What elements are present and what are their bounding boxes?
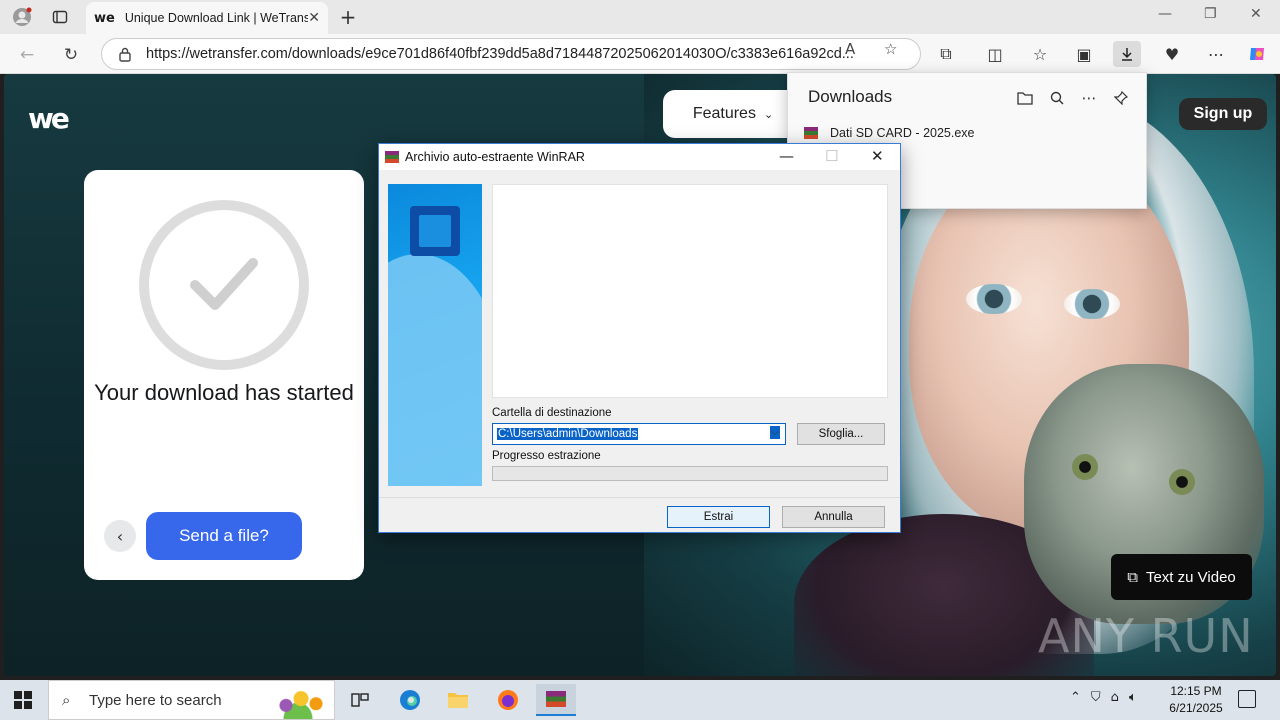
lock-icon [119,47,131,62]
sfx-comment-area [492,184,888,398]
copilot-icon[interactable] [1243,41,1271,67]
destination-label: Cartella di destinazione [492,407,612,419]
back-chevron-button[interactable]: ‹ [104,520,136,552]
tab-title: Unique Download Link | WeTransfer [124,11,309,25]
anyrun-watermark: ANY RUN [1038,609,1254,663]
dialog-close-icon[interactable]: ✕ [871,147,884,165]
chevron-down-icon: ⌄ [763,108,774,121]
extract-button[interactable]: Estrai [667,506,770,528]
minimize-icon[interactable]: — [1158,6,1172,22]
winrar-banner-image [388,184,482,486]
browse-button[interactable]: Sfoglia... [797,423,885,445]
network-icon[interactable]: ⌂ [1111,690,1119,705]
text-to-video-button[interactable]: ⧉ Text zu Video [1111,554,1252,600]
notification-center-icon[interactable] [1238,690,1256,708]
search-highlight-image [268,685,328,719]
file-explorer-icon[interactable] [438,684,478,716]
browser-toolbar: ← ↻ https://wetransfer.com/downloads/e9c… [0,34,1280,74]
destination-folder-input[interactable]: C:\Users\admin\Downloads ⌵ [492,423,786,445]
checkmark-icon [139,200,309,370]
search-placeholder: Type here to search [89,691,222,709]
browser-essentials-icon[interactable]: ♥ [1158,41,1186,67]
profile-icon[interactable] [10,5,34,29]
open-folder-icon[interactable] [1014,87,1036,109]
back-icon[interactable]: ← [14,42,40,68]
taskbar-clock[interactable]: 12:15 PM 6/21/2025 [1160,683,1232,717]
split-screen-icon[interactable]: ◫ [981,41,1009,67]
dialog-titlebar: Archivio auto-estraente WinRAR [379,144,900,170]
downloads-title: Downloads [808,87,893,106]
favorites-icon[interactable]: ☆ [1026,41,1054,67]
destination-path: C:\Users\admin\Downloads [497,428,639,440]
new-tab-icon[interactable]: + [336,5,360,29]
refresh-icon[interactable]: ↻ [58,42,84,68]
start-windows-icon[interactable] [14,691,32,709]
system-tray: ⌃ ⛉ ⌂ 🔈︎ [1070,690,1137,705]
show-hidden-icons-icon[interactable]: ⌃ [1070,690,1081,705]
address-bar[interactable]: https://wetransfer.com/downloads/e9ce701… [101,38,921,70]
wetransfer-logo[interactable]: we [28,102,70,135]
extensions-icon[interactable]: ⧉ [932,41,960,67]
winrar-file-icon [804,127,818,139]
firefox-icon[interactable] [488,684,528,716]
task-view-icon[interactable] [340,684,380,716]
signup-button[interactable]: Sign up [1179,98,1267,130]
tab-actions-icon[interactable] [48,5,72,29]
winrar-app-icon [385,151,399,163]
clock-time: 12:15 PM [1170,684,1222,698]
winrar-taskbar-icon[interactable] [536,684,576,716]
downloads-icon[interactable] [1113,41,1141,67]
security-icon[interactable]: ⛉ [1091,690,1101,705]
chevron-down-icon[interactable]: ⌵ [769,426,780,439]
features-label: Features [692,105,756,122]
dialog-maximize-icon: ☐ [825,147,839,165]
more-options-icon[interactable]: ⋯ [1202,41,1230,67]
features-menu[interactable]: Features ⌄ [663,90,803,138]
edge-browser-icon[interactable] [390,684,430,716]
clock-date: 6/21/2025 [1169,701,1223,715]
download-item[interactable]: Dati SD CARD - 2025.exe [804,126,975,140]
url-text: https://wetransfer.com/downloads/e9ce701… [146,46,854,62]
windows-taskbar: ⌕ Type here to search ⌃ ⛉ ⌂ 🔈︎ 12:15 PM … [0,680,1280,720]
progress-label: Progresso estrazione [492,450,601,462]
dialog-title: Archivio auto-estraente WinRAR [405,150,585,164]
download-started-heading: Your download has started [94,380,354,405]
volume-icon[interactable]: 🔈︎ [1129,690,1137,705]
browser-tab[interactable]: we Unique Download Link | WeTransfer ✕ [86,2,328,34]
wetransfer-favicon-icon: we [94,10,115,26]
send-file-button[interactable]: Send a file? [146,512,302,560]
cancel-button[interactable]: Annulla [782,506,885,528]
winrar-sfx-dialog: Archivio auto-estraente WinRAR — ☐ ✕ Car… [378,143,901,533]
taskbar-search-box[interactable]: ⌕ Type here to search [48,680,335,720]
browser-tab-bar: we Unique Download Link | WeTransfer ✕ +… [0,0,1280,34]
close-tab-icon[interactable]: ✕ [308,10,320,26]
more-icon[interactable]: ⋯ [1078,87,1100,109]
text-to-video-label: Text zu Video [1145,568,1236,586]
favorite-star-icon[interactable]: ☆ [884,40,897,58]
read-aloud-icon[interactable]: A [845,40,855,58]
video-icon: ⧉ [1127,568,1138,586]
extraction-progress-bar [492,466,888,481]
dialog-minimize-icon[interactable]: — [779,147,794,165]
download-item-name: Dati SD CARD - 2025.exe [830,126,975,140]
download-card: Your download has started ‹ Send a file? [84,170,364,580]
restore-icon[interactable]: ❐ [1204,6,1217,22]
collections-icon[interactable]: ▣ [1070,41,1098,67]
pin-icon[interactable] [1110,87,1132,109]
close-window-icon[interactable]: ✕ [1250,6,1262,22]
search-icon[interactable] [1046,87,1068,109]
search-icon: ⌕ [62,692,71,709]
